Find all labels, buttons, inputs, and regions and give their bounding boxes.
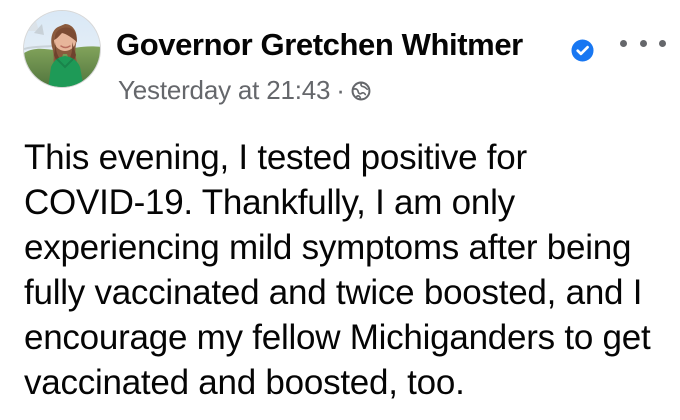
facebook-post: Governor Gretchen Whitmer Yesterday at 2…: [0, 0, 680, 420]
more-options-icon: [620, 39, 627, 47]
more-options-icon: [659, 39, 666, 47]
post-message: This evening, I tested positive for COVI…: [24, 138, 651, 402]
globe-icon[interactable]: [350, 80, 372, 102]
more-options-icon: [639, 39, 647, 47]
profile-photo: [24, 11, 100, 87]
author-avatar[interactable]: [23, 10, 101, 88]
verified-badge-icon: [571, 39, 594, 62]
author-name[interactable]: Governor Gretchen Whitmer: [116, 28, 523, 62]
post-meta: Yesterday at 21:43 ·: [118, 76, 372, 104]
post-header: Governor Gretchen Whitmer Yesterday at 2…: [23, 10, 666, 104]
meta-separator: ·: [336, 75, 345, 105]
more-options-button[interactable]: [620, 33, 666, 53]
post-timestamp[interactable]: Yesterday at 21:43: [118, 76, 330, 104]
